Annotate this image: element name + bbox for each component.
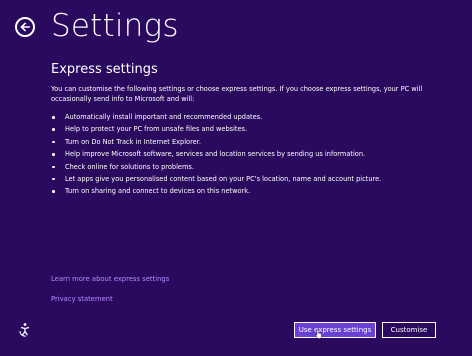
list-item: Help to protect your PC from unsafe file… (51, 123, 441, 135)
intro-text: You can customise the following settings… (51, 85, 423, 103)
mouse-cursor-icon (315, 329, 322, 339)
back-arrow-icon (20, 22, 30, 32)
list-item: Automatically install important and reco… (51, 111, 441, 123)
customise-button[interactable]: Customise (382, 322, 436, 338)
list-item: Check online for solutions to problems. (51, 161, 441, 173)
settings-list: Automatically install important and reco… (51, 111, 441, 198)
page-title: Settings (51, 8, 179, 44)
ease-of-access-button[interactable] (17, 322, 33, 338)
list-item: Turn on Do Not Track in Internet Explore… (51, 136, 441, 148)
learn-more-link[interactable]: Learn more about express settings (51, 275, 169, 283)
list-item: Turn on sharing and connect to devices o… (51, 185, 441, 197)
section-title: Express settings (51, 62, 158, 77)
list-item: Let apps give you personalised content b… (51, 173, 441, 185)
back-button[interactable] (15, 17, 35, 37)
list-item: Help improve Microsoft software, service… (51, 148, 441, 160)
ease-of-access-icon (19, 323, 30, 337)
use-express-settings-button[interactable]: Use express settings (294, 322, 376, 338)
privacy-statement-link[interactable]: Privacy statement (51, 295, 113, 303)
